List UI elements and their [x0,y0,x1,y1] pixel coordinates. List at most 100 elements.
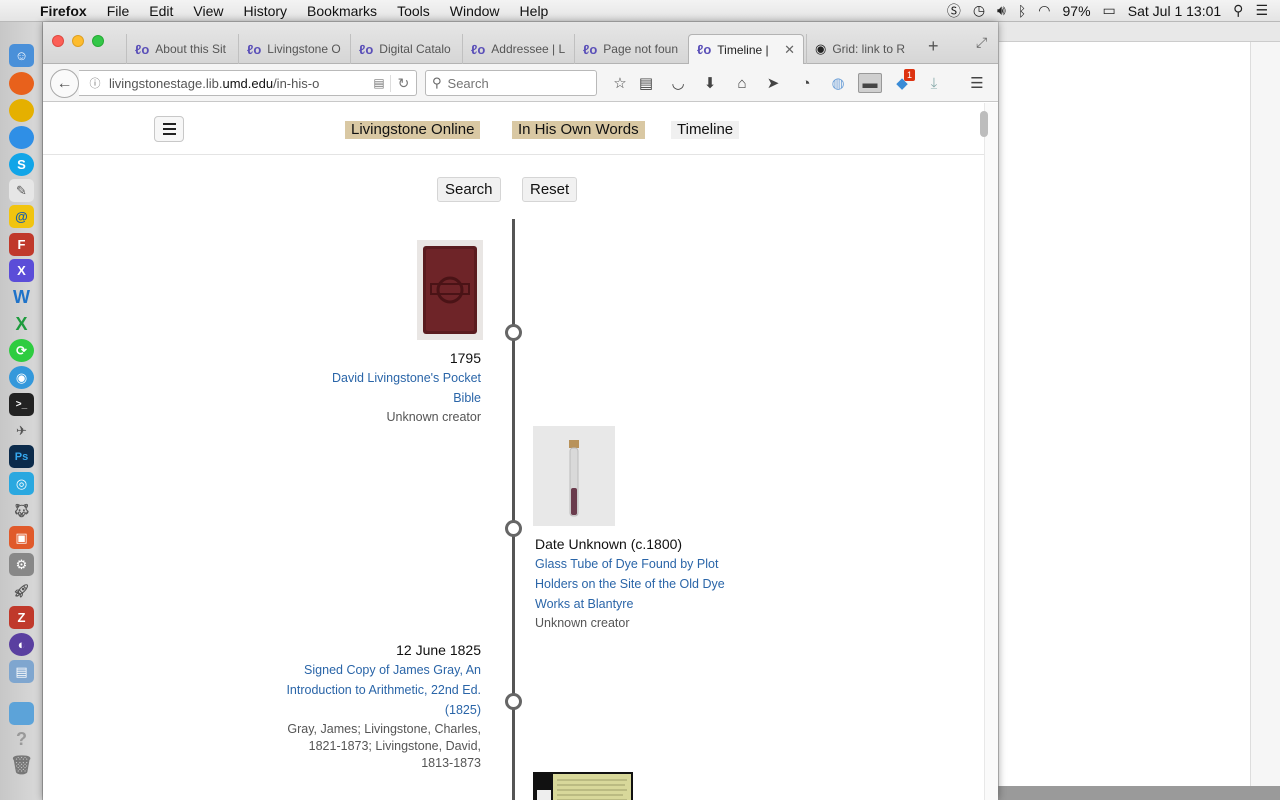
globe-extension-icon[interactable]: ◍ [827,73,849,93]
reload-icon[interactable]: ↻ [390,74,416,92]
spotlight-search-icon[interactable]: ⚲ [1233,2,1243,19]
site-info-icon[interactable]: ⓘ [85,75,105,91]
menu-file[interactable]: File [97,0,140,22]
timeline-node[interactable] [505,693,522,710]
entry-title-line[interactable]: Works at Blantyre [535,594,795,614]
back-button[interactable]: ← [50,69,79,98]
entry-title-line[interactable]: Introduction to Arithmetic, 22nd Ed. [241,680,481,700]
menu-bookmarks[interactable]: Bookmarks [297,0,387,22]
timeline-node[interactable] [505,520,522,537]
trash-icon[interactable]: 🗑︎ [9,754,34,777]
tab-page-not-found[interactable]: ℓo Page not foun [574,34,686,64]
nav-timeline[interactable]: Timeline [671,121,740,139]
tab-about-this-site[interactable]: ℓo About this Sit [126,34,238,64]
search-input[interactable] [447,75,578,91]
menu-app-name[interactable]: Firefox [34,0,97,22]
skype-icon[interactable]: S [9,153,34,176]
battery-icon[interactable]: ▭ [1103,2,1116,19]
home-icon[interactable]: ⌂ [731,73,753,93]
sourcetree-icon[interactable]: ◎ [9,472,34,495]
reset-button[interactable]: Reset [522,177,578,202]
pocket-bible-thumbnail[interactable] [417,240,483,340]
glass-tube-thumbnail[interactable] [533,426,615,526]
close-window-button[interactable] [52,35,64,47]
nav-livingstone-online[interactable]: Livingstone Online [345,121,481,139]
entry-title-link[interactable]: Glass Tube of Dye Found by Plot Holders … [535,554,795,614]
github-desktop-icon[interactable]: ◐ [9,633,34,656]
filezilla-icon[interactable]: F [9,233,34,256]
volume-icon[interactable]: 🔊︎ [997,2,1006,19]
bookmarks-list-icon[interactable]: ▤ [635,73,657,93]
tab-github-grid[interactable]: ◉ Grid: link to R [806,34,916,64]
menu-window[interactable]: Window [440,0,510,22]
clock[interactable]: Sat Jul 1 13:01 [1128,3,1221,19]
screen-share-icon[interactable]: ▣ [9,526,34,549]
manuscript-thumbnail[interactable] [533,772,633,800]
new-tab-icon[interactable]: + [928,36,939,57]
search-box[interactable]: ⚲ [425,70,597,96]
entry-title-line[interactable]: Holders on the Site of the Old Dye [535,574,795,594]
rocket-icon[interactable]: 🚀︎ [9,579,34,602]
photoshop-icon[interactable]: Ps [9,445,34,468]
word-icon[interactable]: W [9,286,34,309]
firefox-icon[interactable] [9,72,34,95]
help-icon[interactable]: ? [9,728,34,751]
menu-tools[interactable]: Tools [387,0,440,22]
menu-help[interactable]: Help [510,0,559,22]
ruler-extension-icon[interactable]: ▬ [858,73,882,93]
send-icon[interactable]: ➤ [762,73,784,93]
notification-extension-icon[interactable]: ◆ 1 [891,69,915,93]
at-mail-icon[interactable]: @ [9,205,34,228]
folder-icon[interactable] [9,702,34,725]
hamburger-menu-button[interactable] [154,116,184,142]
sync-icon[interactable]: ⟳ [9,339,34,362]
zotero-icon[interactable]: Z [9,606,34,629]
entry-title-line[interactable]: David Livingstone's Pocket [281,368,481,388]
entry-title-line[interactable]: Signed Copy of James Gray, An [241,660,481,680]
reader-view-icon[interactable]: ▤ [368,76,390,90]
x-app-icon[interactable]: X [9,259,34,282]
bookmark-star-icon[interactable]: ☆ [609,73,631,93]
pocket-icon[interactable]: ◡ [667,73,689,93]
minimize-window-button[interactable] [72,35,84,47]
status-s-icon[interactable]: Ⓢ [947,1,961,21]
menu-edit[interactable]: Edit [139,0,183,22]
search-button[interactable]: Search [437,177,501,202]
excel-icon[interactable]: X [9,313,34,336]
download-arrow-icon[interactable]: ⬇ [699,73,721,93]
network-utility-icon[interactable]: ✈ [9,419,34,442]
entry-title-link[interactable]: David Livingstone's Pocket Bible [281,368,481,408]
entry-title-line[interactable]: (1825) [241,700,481,720]
close-tab-icon[interactable]: ✕ [784,42,795,58]
url-text[interactable]: livingstonestage.lib.umd.edu/in-his-o [109,76,368,91]
scrollbar-track[interactable] [984,103,998,800]
globe-icon[interactable]: ◉ [9,366,34,389]
entry-title-line[interactable]: Bible [281,388,481,408]
entry-title-line[interactable]: Glass Tube of Dye Found by Plot [535,554,795,574]
nav-in-his-own-words[interactable]: In His Own Words [512,121,645,139]
finder-icon[interactable]: ☺ [9,44,34,67]
fullscreen-icon[interactable]: ⤢ [976,34,987,51]
textedit-icon[interactable]: ✎ [9,179,34,202]
menu-view[interactable]: View [183,0,233,22]
safari-icon[interactable] [9,126,34,149]
tab-timeline[interactable]: ℓo Timeline | ✕ [688,34,804,64]
notification-center-icon[interactable]: ☰ [1255,2,1268,19]
system-preferences-icon[interactable]: ⚙ [9,553,34,576]
time-machine-icon[interactable]: ◷ [973,2,985,19]
tab-addressee[interactable]: ℓo Addressee | L [462,34,574,64]
gimp-icon[interactable]: 🐺︎ [9,499,34,522]
terminal-icon[interactable]: >_ [9,393,34,416]
history-icon[interactable]: ◔ [795,73,817,93]
menu-history[interactable]: History [233,0,297,22]
bluetooth-icon[interactable]: ᛒ [1018,3,1026,19]
chrome-icon[interactable] [9,99,34,122]
downloads-icon[interactable]: ⤓ [923,73,945,93]
preview-icon[interactable]: ▤ [9,660,34,683]
zoom-window-button[interactable] [92,35,104,47]
timeline-node[interactable] [505,324,522,341]
entry-title-link[interactable]: Signed Copy of James Gray, An Introducti… [241,660,481,720]
tab-digital-catalog[interactable]: ℓo Digital Catalo [350,34,462,64]
url-bar[interactable]: ⓘ livingstonestage.lib.umd.edu/in-his-o … [79,70,417,96]
tab-livingstone-online[interactable]: ℓo Livingstone O [238,34,350,64]
